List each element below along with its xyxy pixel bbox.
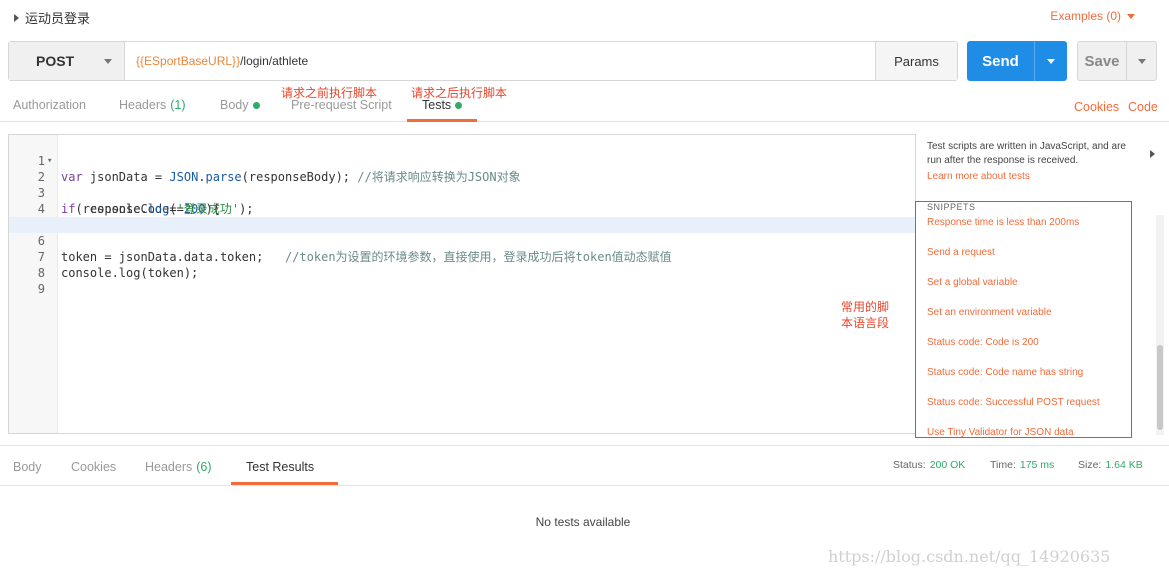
code-line: 3 console.log('登录成功'); [9,169,915,216]
examples-label: Examples (0) [1050,9,1121,23]
size-label: Size: [1078,459,1102,471]
snippet-item[interactable]: Response time is less than 200ms [927,217,1079,228]
save-options-button[interactable] [1127,42,1156,80]
url-variable: {{ESportBaseURL}} [136,54,241,68]
tab-count: (6) [196,460,212,474]
script-editor[interactable]: 1 var jsonData = JSON.parse(responseBody… [8,134,916,434]
chevron-down-icon [104,58,113,64]
annotation-snippets: 常用的脚 本语言段 [841,299,889,331]
tab-label: Headers [145,460,193,474]
tab-label: Tests [422,98,452,112]
method-label: POST [36,53,75,69]
code-line: 8 [9,249,915,280]
tab-headers[interactable]: Headers (1) [119,98,186,112]
send-options-button[interactable] [1035,41,1067,81]
annotation-line: 常用的脚 [841,300,890,314]
status-value: 200 OK [929,459,966,471]
annotation-line: 本语言段 [841,316,890,330]
code-line: 5 [9,201,915,232]
code-line: 9 [9,265,915,296]
snippet-item[interactable]: Status code: Successful POST request [927,397,1100,408]
request-name-toggle[interactable]: 运动员登录 [14,8,90,27]
watermark: https://blog.csdn.net/qq_14920635 [828,547,1111,566]
tab-count: (1) [170,98,186,112]
code-line-active: 6 token = jsonData.data.token; //token为设… [9,217,915,264]
tab-label: Body [13,460,42,474]
empty-state-message: No tests available [535,515,631,529]
tab-authorization[interactable]: Authorization [13,98,86,112]
tab-label: Headers [119,98,167,112]
status-dot-icon [455,101,463,109]
code-line: 1 var jsonData = JSON.parse(responseBody… [9,137,915,184]
snippet-item[interactable]: Status code: Code is 200 [927,337,1039,348]
snippet-item[interactable]: Send a request [927,247,995,258]
fold-arrow-icon[interactable]: ▾ [47,153,52,169]
scrollbar-thumb[interactable] [1157,345,1163,430]
save-button-group: Save [1077,41,1157,81]
snippet-item[interactable]: Set an environment variable [927,307,1052,318]
response-time: Time: 175 ms [990,459,1054,471]
size-value: 1.64 KB [1105,459,1143,471]
params-button[interactable]: Params [875,42,957,80]
save-button[interactable]: Save [1078,42,1127,80]
tab-tests[interactable]: Tests [422,98,463,112]
tab-label: Body [220,98,249,112]
tests-description: Test scripts are written in JavaScript, … [927,141,1126,166]
collapse-panel-icon[interactable] [1150,150,1155,158]
request-name: 运动员登录 [25,11,91,26]
chevron-down-icon [1127,13,1135,19]
learn-more-link[interactable]: Learn more about tests [927,171,1030,182]
code-line: 4 } [9,185,915,232]
response-status: Status: 200 OK [893,459,965,471]
snippet-item[interactable]: Status code: Code name has string [927,367,1083,378]
tab-body[interactable]: Body [220,98,260,112]
snippets-list: Response time is less than 200ms Send a … [915,201,1132,438]
tab-response-cookies[interactable]: Cookies [71,460,116,474]
snippet-item[interactable]: Use Tiny Validator for JSON data [927,427,1074,437]
code-link[interactable]: Code [1128,100,1158,114]
tab-response-headers[interactable]: Headers (6) [145,460,212,474]
chevron-down-icon [1137,58,1146,64]
tab-label: Pre-request Script [291,98,392,112]
time-label: Time: [990,459,1016,471]
tab-test-results[interactable]: Test Results [246,460,314,474]
snippet-item[interactable]: Set a global variable [927,277,1018,288]
url-path: /login/athlete [240,54,309,68]
send-button-group: Send [967,41,1067,81]
request-tabs: Authorization Headers (1) Body Pre-reque… [0,92,1169,122]
time-value: 175 ms [1019,459,1055,471]
tab-response-body[interactable]: Body [13,460,42,474]
response-size: Size: 1.64 KB [1078,459,1143,471]
chevron-down-icon [1047,58,1055,64]
examples-dropdown[interactable]: Examples (0) [1050,9,1135,23]
send-button[interactable]: Send [967,41,1035,81]
url-bar: POST {{ESportBaseURL}}/login/athlete Par… [8,41,958,81]
tab-label: Cookies [71,460,117,474]
url-input[interactable]: {{ESportBaseURL}}/login/athlete [125,42,875,80]
active-tab-indicator [231,482,338,485]
tab-pre-request-script[interactable]: Pre-request Script [291,98,392,112]
code-line: 2 ▾ if(responseCode==200){ [9,153,915,216]
tab-label: Authorization [13,98,86,112]
code-line: 7 console.log(token); [9,233,915,280]
line-number: 9 [37,282,45,296]
expand-arrow-icon [14,13,19,22]
status-label: Status: [893,459,926,471]
cookies-link[interactable]: Cookies [1074,100,1119,114]
status-dot-icon [252,101,260,109]
method-select[interactable]: POST [9,42,125,80]
active-tab-indicator [407,119,477,122]
tab-label: Test Results [246,460,315,474]
